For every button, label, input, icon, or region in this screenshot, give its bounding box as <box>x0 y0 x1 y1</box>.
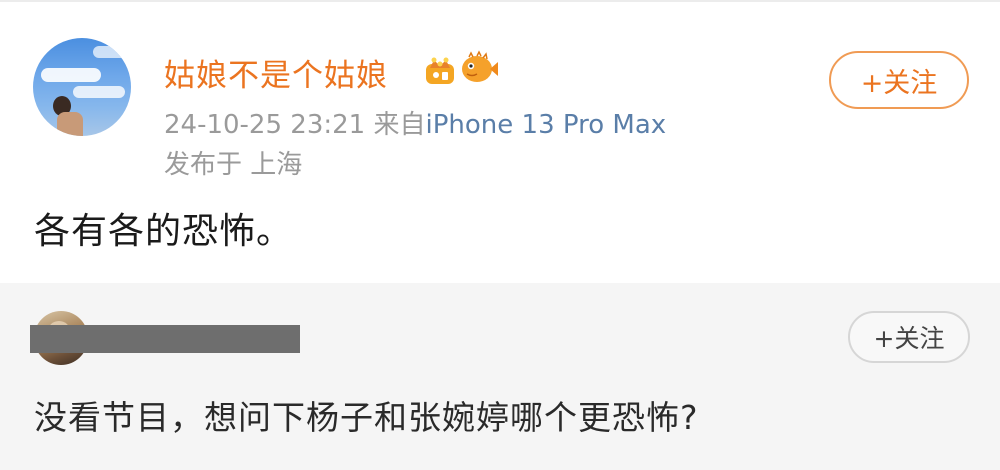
source-prefix: 来自 <box>373 110 426 140</box>
post-content: 各有各的恐怖。 <box>34 211 294 252</box>
comment-content: 没看节目，想问下杨子和张婉婷哪个更恐怖? <box>34 398 699 437</box>
post-meta: 24-10-25 23:21 来自iPhone 13 Pro Max <box>164 104 666 141</box>
avatar[interactable] <box>33 38 131 136</box>
username[interactable]: 姑娘不是个姑娘 <box>164 50 388 95</box>
device-link[interactable]: iPhone 13 Pro Max <box>426 110 667 140</box>
timestamp: 24-10-25 23:21 <box>164 110 366 140</box>
avatar-cloud <box>41 68 101 82</box>
pufferfish-badge-icon[interactable] <box>459 50 499 86</box>
crown-badge-icon[interactable] <box>423 52 457 86</box>
weibo-post: 姑娘不是个姑娘 24-10-25 23:21 来自iPhone 13 Pro M… <box>0 2 1000 282</box>
follow-button[interactable]: +关注 <box>829 51 969 109</box>
location: 发布于 上海 <box>164 150 303 180</box>
comment-follow-button[interactable]: +关注 <box>848 311 970 363</box>
avatar-figure-body <box>57 112 83 136</box>
redacted-username <box>30 325 300 353</box>
avatar-cloud <box>73 86 125 98</box>
comment-item: +关注 没看节目，想问下杨子和张婉婷哪个更恐怖? <box>0 283 1000 470</box>
avatar-cloud <box>93 46 131 58</box>
